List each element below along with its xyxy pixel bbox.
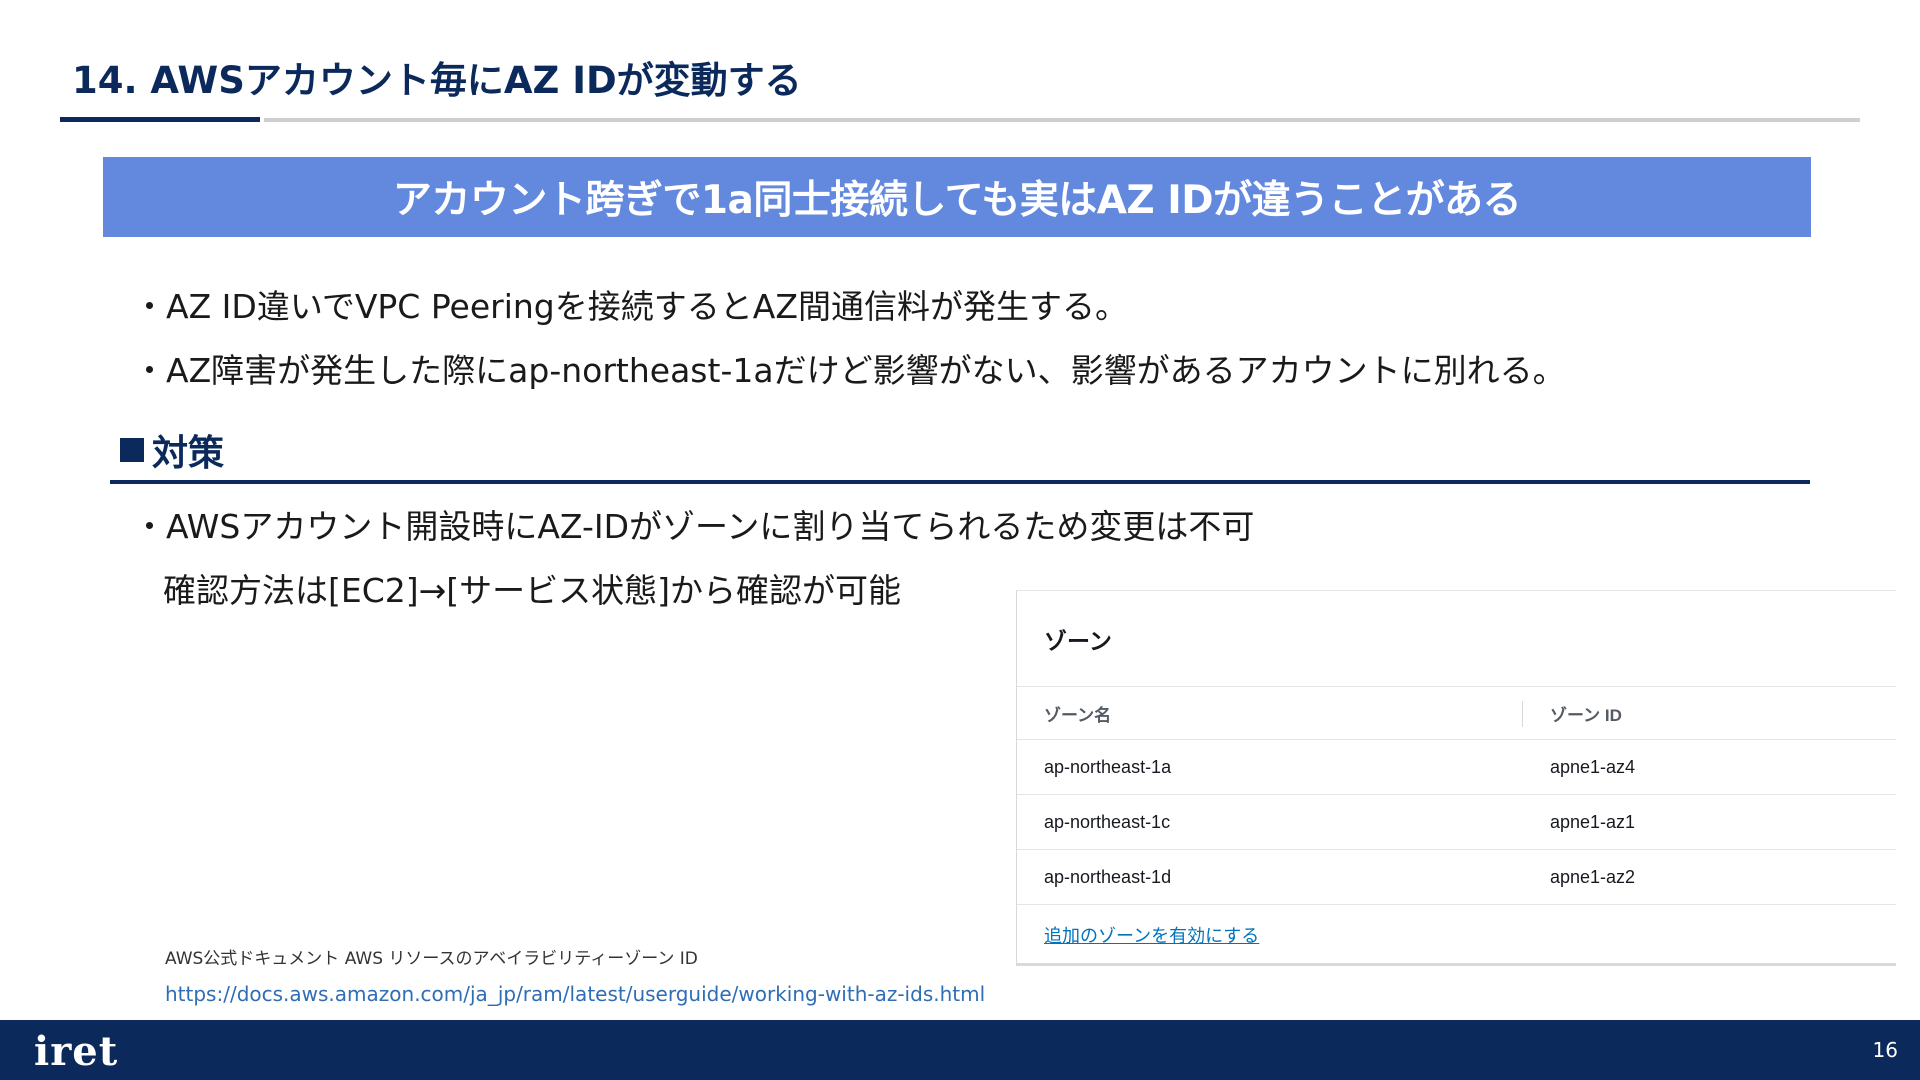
- zone-id-cell: apne1-az2: [1550, 866, 1636, 887]
- section-rule: [110, 480, 1810, 484]
- reference-caption: AWS公式ドキュメント AWS リソースのアベイラビリティーゾーン ID: [165, 949, 698, 969]
- table-header: ゾーン名 ゾーン ID: [1017, 687, 1896, 740]
- table-row: ap-northeast-1c apne1-az1: [1017, 795, 1896, 850]
- title-rule: [264, 118, 1860, 122]
- page-number: 16: [1872, 1038, 1898, 1062]
- headline-banner: アカウント跨ぎで1a同士接続しても実はAZ IDが違うことがある: [103, 157, 1811, 237]
- zone-id-cell: apne1-az1: [1550, 811, 1636, 832]
- console-zones-panel: ゾーン ゾーン名 ゾーン ID ap-northeast-1a apne1-az…: [1016, 590, 1896, 966]
- section-heading-text: 対策: [152, 433, 225, 474]
- table-row: ap-northeast-1d apne1-az2: [1017, 850, 1896, 905]
- zone-name-cell: ap-northeast-1d: [1044, 866, 1172, 887]
- section-heading: 対策: [120, 424, 224, 476]
- bullet-item: ・AWSアカウント開設時にAZ-IDがゾーンに割り当てられるため変更は不可: [133, 507, 1255, 546]
- slide-title: 14. AWSアカウント毎にAZ IDが変動する: [72, 59, 802, 102]
- panel-title: ゾーン: [1044, 627, 1112, 654]
- bullet-item: ・AZ ID違いでVPC Peeringを接続するとAZ間通信料が発生する。: [133, 287, 1128, 326]
- headline-text: アカウント跨ぎで1a同士接続しても実はAZ IDが違うことがある: [392, 178, 1522, 223]
- bullet-item: ・AZ障害が発生した際にap-northeast-1aだけど影響がない、影響があ…: [133, 351, 1566, 390]
- square-marker-icon: [120, 438, 144, 462]
- column-divider: [1522, 701, 1523, 727]
- zone-id-cell: apne1-az4: [1550, 756, 1636, 777]
- enable-zones-link[interactable]: 追加のゾーンを有効にする: [1044, 922, 1259, 948]
- title-rule-accent: [60, 117, 260, 122]
- table-row: ap-northeast-1a apne1-az4: [1017, 740, 1896, 795]
- panel-header: ゾーン: [1017, 591, 1896, 687]
- footer-bar: iret 16: [0, 1020, 1920, 1080]
- zone-name-cell: ap-northeast-1c: [1044, 811, 1171, 832]
- bullet-item: 確認方法は[EC2]→[サービス状態]から確認が可能: [163, 571, 902, 610]
- brand-logo: iret: [34, 1028, 119, 1075]
- reference-url-link[interactable]: https://docs.aws.amazon.com/ja_jp/ram/la…: [165, 982, 985, 1006]
- column-header-zone-name[interactable]: ゾーン名: [1044, 701, 1111, 726]
- column-header-zone-id[interactable]: ゾーン ID: [1550, 701, 1622, 726]
- zone-name-cell: ap-northeast-1a: [1044, 756, 1172, 777]
